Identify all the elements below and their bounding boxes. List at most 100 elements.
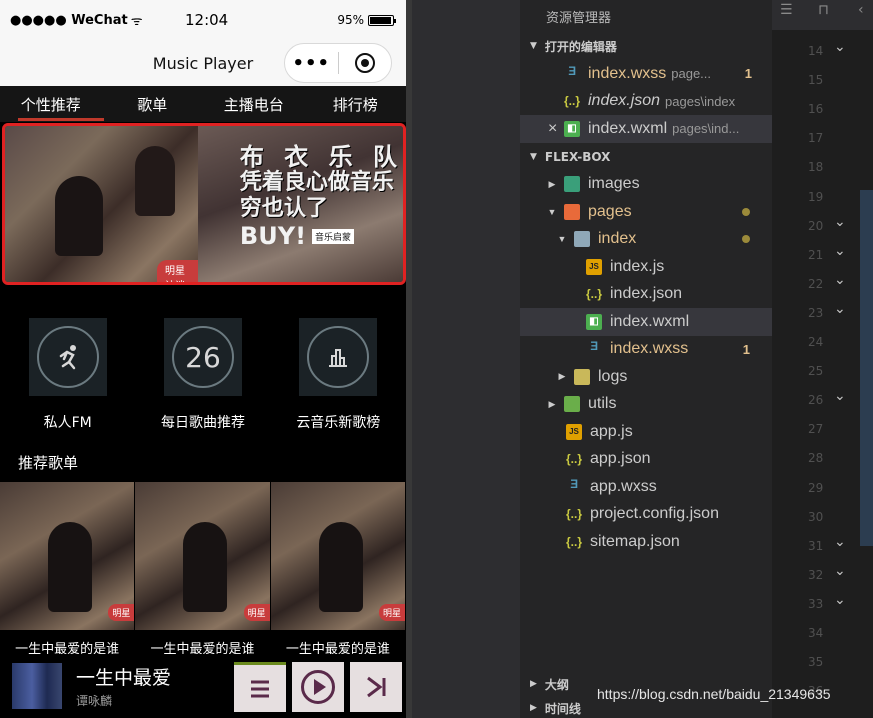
project-section[interactable]: ▼ FLEX-BOX xyxy=(520,143,772,171)
status-time: 12:04 xyxy=(185,11,229,29)
tab-playlist[interactable]: 歌单 xyxy=(102,94,204,115)
file-explorer: 资源管理器 ▼ 打开的编辑器 ᴲ index.wxss page... 1 {.… xyxy=(520,0,772,718)
close-icon[interactable]: × xyxy=(548,120,564,138)
playlist-cover: 明星 xyxy=(0,482,135,630)
wxml-file-icon: ◧ xyxy=(564,120,580,137)
line-number: 29 xyxy=(808,480,824,495)
banner-buy-row: BUY! 音乐启蒙 xyxy=(240,222,403,250)
line-number: 16 xyxy=(808,102,824,117)
chevron-down-icon: ▼ xyxy=(530,151,537,162)
section-label: FLEX-BOX xyxy=(544,149,611,164)
fold-chevron-icon[interactable]: ⌄ xyxy=(834,563,846,579)
phone-simulator: ●●●●● WeChat ᯤ 12:04 95% Music Player ••… xyxy=(0,0,412,718)
tree-file[interactable]: ᴲ app.wxss xyxy=(520,473,772,501)
tree-file[interactable]: JS index.js xyxy=(520,253,772,281)
line-number: 27 xyxy=(808,422,824,437)
now-playing-artist: 谭咏麟 xyxy=(76,694,113,708)
banner-photo: 明星访谈 xyxy=(5,126,198,282)
tree-file[interactable]: {..} project.config.json xyxy=(520,501,772,529)
line-number: 22 xyxy=(808,276,824,291)
file-name: sitemap.json xyxy=(590,532,680,550)
open-editor-item[interactable]: {..} index.json pages\index xyxy=(520,88,772,116)
tab-ranking[interactable]: 排行榜 xyxy=(305,94,407,115)
fold-chevron-icon[interactable]: ⌄ xyxy=(834,388,846,404)
tree-folder[interactable]: ▶ utils xyxy=(520,391,772,419)
section-label: 打开的编辑器 xyxy=(544,39,617,54)
gutter-line: 22 ⌄ xyxy=(772,269,873,298)
fold-chevron-icon[interactable]: ⌄ xyxy=(834,272,846,288)
next-button[interactable] xyxy=(350,662,402,712)
chevron-right-icon: ▶ xyxy=(530,703,537,713)
playlist-button[interactable] xyxy=(234,662,286,712)
watermark: https://blog.csdn.net/baidu_21349635 xyxy=(597,686,831,702)
fold-chevron-icon[interactable]: ⌄ xyxy=(834,39,846,55)
folder-open-icon xyxy=(564,203,580,220)
gutter-line: 21 ⌄ xyxy=(772,240,873,269)
folder-name: pages xyxy=(588,202,632,220)
line-number: 19 xyxy=(808,189,824,204)
file-path: pages\ind... xyxy=(672,121,740,137)
folder-name: index xyxy=(598,230,637,248)
wxml-file-icon: ◧ xyxy=(586,313,602,330)
tab-recommend[interactable]: 个性推荐 xyxy=(0,94,102,115)
chevron-right-icon: ▶ xyxy=(548,398,556,409)
tree-folder[interactable]: ▼ index xyxy=(520,226,772,254)
play-button[interactable] xyxy=(292,662,344,712)
fold-chevron-icon[interactable]: ⌄ xyxy=(834,592,846,608)
banner-tag: 明星访谈 xyxy=(157,260,198,282)
tree-file[interactable]: JS app.js xyxy=(520,418,772,446)
banner-carousel[interactable]: 明星访谈 布 衣 乐 队 凭着良心做音乐 穷也认了 BUY! 音乐启蒙 xyxy=(2,123,406,285)
tree-folder[interactable]: ▶ images xyxy=(520,171,772,199)
open-editor-item[interactable]: × ◧ index.wxml pages\ind... xyxy=(520,115,772,143)
arrow-left-icon[interactable]: ‹ xyxy=(858,2,864,18)
file-path: page... xyxy=(671,66,712,82)
tree-folder[interactable]: ▼ pages xyxy=(520,198,772,226)
shortcut-daily-songs[interactable]: 26 每日歌曲推荐 xyxy=(135,318,270,432)
fold-chevron-icon[interactable]: ⌄ xyxy=(834,243,846,259)
chevron-down-icon: ▼ xyxy=(557,234,567,245)
album-cover[interactable] xyxy=(12,663,62,709)
menu-icon[interactable]: ☰ xyxy=(780,2,793,18)
tree-folder[interactable]: ▶ logs xyxy=(520,363,772,391)
open-editor-item[interactable]: ᴲ index.wxss page... 1 xyxy=(520,60,772,88)
playlist-card[interactable]: 明星 一生中最爱的是谁 xyxy=(135,482,270,657)
playlist-grid: 明星 一生中最爱的是谁 明星 一生中最爱的是谁 明星 一生中最爱的是谁 xyxy=(0,482,406,657)
playlist-card[interactable]: 明星 一生中最爱的是谁 xyxy=(0,482,135,657)
wifi-icon: ᯤ xyxy=(130,14,143,29)
playlist-card[interactable]: 明星 一生中最爱的是谁 xyxy=(270,482,405,657)
line-number: 14 xyxy=(808,44,824,58)
file-name: app.wxss xyxy=(590,477,657,495)
tree-file[interactable]: {..} app.json xyxy=(520,446,772,474)
open-editors-section[interactable]: ▼ 打开的编辑器 xyxy=(520,32,772,60)
chevron-right-icon: ▶ xyxy=(530,679,537,689)
tree-file[interactable]: {..} sitemap.json xyxy=(520,528,772,556)
more-button[interactable]: ••• xyxy=(285,53,338,74)
cover-figure xyxy=(318,522,363,612)
tab-radio[interactable]: 主播电台 xyxy=(203,94,305,115)
gutter-line: 29 xyxy=(772,473,873,502)
line-number: 17 xyxy=(808,131,824,146)
json-file-icon: {..} xyxy=(566,507,583,522)
line-number: 24 xyxy=(808,335,824,349)
fold-chevron-icon[interactable]: ⌄ xyxy=(834,214,846,230)
fold-chevron-icon[interactable]: ⌄ xyxy=(834,301,846,317)
tree-file[interactable]: {..} index.json xyxy=(520,281,772,309)
shortcut-private-fm[interactable]: 私人FM xyxy=(0,318,135,432)
playlist-cover: 明星 xyxy=(270,482,405,630)
shortcut-label: 每日歌曲推荐 xyxy=(160,415,245,431)
now-playing-title: 一生中最爱 xyxy=(76,667,172,689)
folder-icon xyxy=(564,396,580,413)
battery-icon xyxy=(368,14,396,26)
folder-icon xyxy=(564,176,580,193)
tree-file[interactable]: ᴲ index.wxss 1 xyxy=(520,336,772,364)
fold-chevron-icon[interactable]: ⌄ xyxy=(834,534,846,550)
tree-file[interactable]: ◧ index.wxml xyxy=(520,308,772,336)
modified-dot xyxy=(742,207,750,216)
line-number: 21 xyxy=(808,247,824,262)
shortcut-label: 云音乐新歌榜 xyxy=(296,415,381,431)
split-icon[interactable]: ⊓ xyxy=(818,2,829,18)
close-button[interactable] xyxy=(338,53,391,73)
code-editor[interactable]: ☰ ⊓ ‹ 14 ⌄ 15 16 17 18 19 20 ⌄ 21 ⌄ 22 ⌄ 23 ⌄ 24 25 26 ⌄ 27… xyxy=(772,0,873,718)
screen: ●●●●● WeChat ᯤ 12:04 95% Music Player ••… xyxy=(0,0,873,718)
shortcut-new-songs-chart[interactable]: 云音乐新歌榜 xyxy=(271,318,406,432)
